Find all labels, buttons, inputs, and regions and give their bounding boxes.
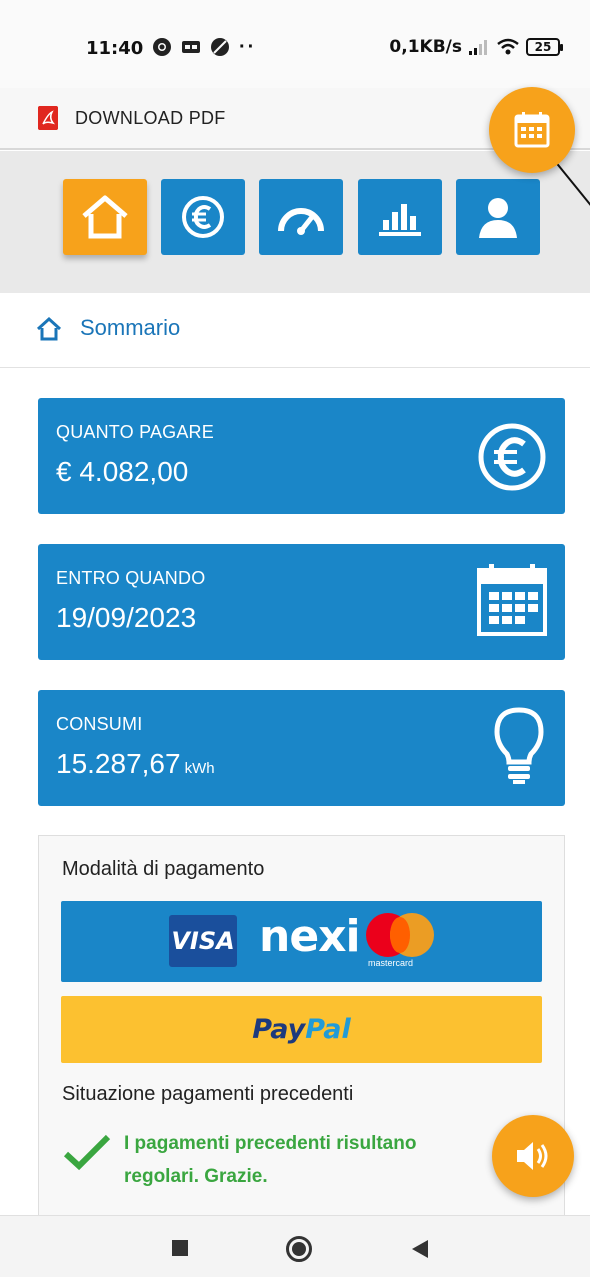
card-value: 15.287,67 kWh [56,748,215,780]
back-button[interactable] [412,1240,428,1258]
blocked-icon [211,38,229,56]
speaker-icon [517,1142,548,1170]
card-label: CONSUMI [56,714,143,734]
download-pdf-label[interactable]: DOWNLOAD PDF [75,108,226,129]
mastercard-label: mastercard [368,958,414,968]
checkmark-icon [63,1134,111,1171]
calendar-icon [477,564,547,636]
section-title: Sommario [80,315,181,340]
card-value: € 4.082,00 [56,456,189,487]
paypal-logo: PayPal [252,1014,351,1045]
mastercard-logo: mastercard [366,913,436,969]
visa-logo: VISA [169,915,237,967]
euro-icon [182,196,224,238]
card-label: ENTRO QUANDO [56,568,206,588]
network-speed: 0,1KB/s [389,37,462,57]
pay-by-card-button[interactable]: VISA nexi mastercard [61,901,542,982]
payment-panel: Modalità di pagamento VISA nexi masterca… [38,835,565,1215]
gb-app-icon [182,41,200,53]
battery-indicator: 25 [526,38,563,56]
speaker-fab-button[interactable] [492,1115,574,1197]
nav-home-button[interactable] [63,179,147,255]
nav-profile-button[interactable] [456,179,540,255]
section-header: Sommario [0,294,590,368]
home-icon [82,195,128,239]
card-label: QUANTO PAGARE [56,422,214,442]
chrome-icon [153,38,171,56]
bar-chart-icon [379,204,421,236]
payment-methods-title: Modalità di pagamento [62,858,265,880]
lightbulb-icon [494,707,544,784]
amount-due-card: QUANTO PAGARE € 4.082,00 [38,398,565,514]
euro-icon [478,423,546,491]
consumption-card: CONSUMI 15.287,67 kWh [38,690,565,806]
consumption-value: 15.287,67 [56,748,181,779]
nav-statistics-button[interactable] [358,179,442,255]
home-icon [36,316,62,341]
nav-payments-button[interactable] [161,179,245,255]
recent-apps-button[interactable] [172,1240,188,1256]
card-value: 19/09/2023 [56,602,197,633]
pay-with-paypal-button[interactable]: PayPal [61,996,542,1063]
calendar-fab-button[interactable] [489,87,575,173]
wifi-icon [497,38,519,55]
status-notification-icons: ·· [152,37,256,57]
previous-payments-message: I pagamenti precedenti risultano regolar… [124,1133,417,1187]
gauge-icon [278,208,324,235]
more-notifications-dots: ·· [239,36,257,58]
calendar-icon [514,112,550,148]
user-icon [479,198,517,238]
icon-nav-bar [0,151,590,293]
due-date-card: ENTRO QUANDO 19/09/2023 [38,544,565,660]
nav-consumption-button[interactable] [259,179,343,255]
status-time: 11:40 [86,38,144,59]
pdf-icon [38,106,58,130]
status-right-group: 0,1KB/s 25 [389,37,563,57]
previous-payments-title: Situazione pagamenti precedenti [62,1083,354,1105]
consumption-unit: kWh [184,760,215,777]
status-bar: 11:40 ·· 0,1KB/s 25 [0,0,590,88]
system-navigation-bar [0,1215,590,1277]
signal-icon [469,40,487,55]
nexi-logo: nexi [259,911,361,962]
home-system-button[interactable] [286,1236,312,1262]
